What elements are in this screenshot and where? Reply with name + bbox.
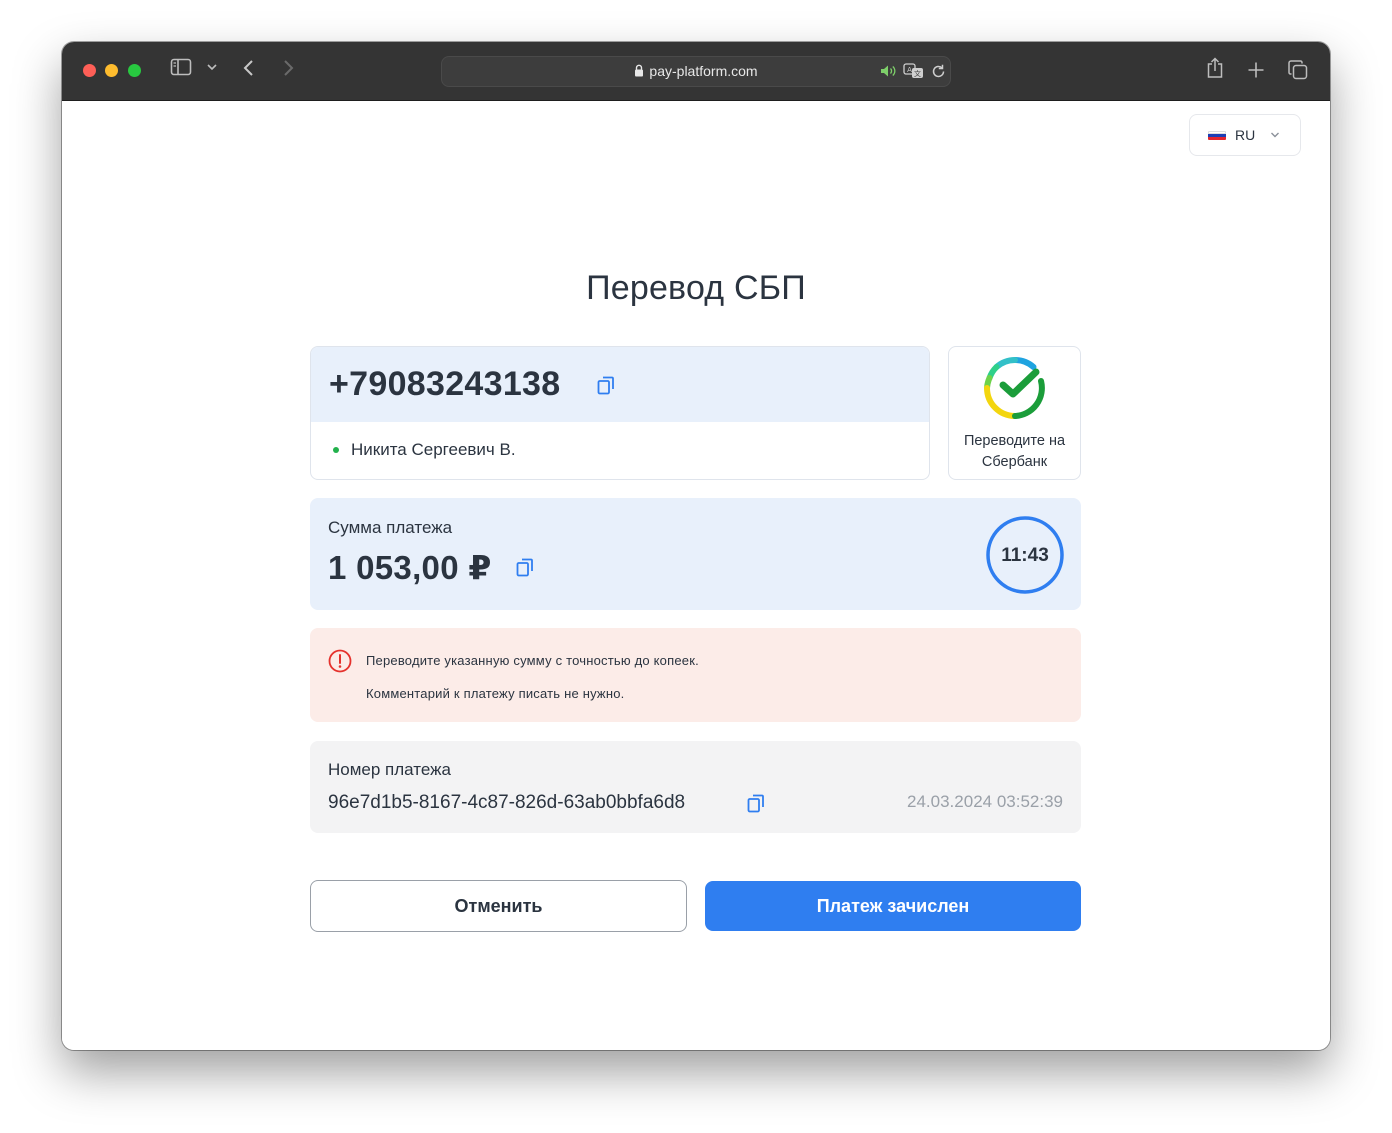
chevron-down-icon — [1270, 131, 1280, 139]
translate-icon[interactable]: 文A — [903, 63, 925, 84]
browser-window: pay-platform.com 文A RU Перевод СБП +7908… — [62, 42, 1330, 1050]
bank-hint-line1: Переводите на — [963, 433, 1066, 449]
sidebar-icon[interactable] — [170, 58, 192, 76]
tabs-overview-icon[interactable] — [1288, 60, 1308, 80]
address-bar[interactable]: pay-platform.com 文A — [441, 56, 951, 87]
svg-text:文: 文 — [914, 69, 921, 78]
amount-card: Сумма платежа 1 053,00 ₽ 11:43 — [310, 498, 1081, 610]
bank-hint: Переводите на Сбербанк — [949, 431, 1080, 473]
payment-date: 24.03.2024 03:52:39 — [907, 792, 1063, 811]
timer-value: 11:43 — [1001, 545, 1049, 566]
payment-id-label: Номер платежа — [328, 760, 451, 779]
address-url: pay-platform.com — [442, 63, 950, 80]
forward-icon[interactable] — [281, 58, 295, 78]
bank-card: Переводите на Сбербанк — [948, 346, 1081, 480]
page-content: RU Перевод СБП +79083243138 Никита Серге… — [62, 101, 1330, 1050]
recipient-card: +79083243138 Никита Сергеевич В. — [310, 346, 930, 480]
browser-toolbar: pay-platform.com 文A — [62, 42, 1330, 101]
chevron-down-icon[interactable] — [206, 62, 218, 72]
speaker-icon[interactable] — [880, 64, 898, 83]
bank-hint-line2: Сбербанк — [981, 454, 1048, 470]
language-selector[interactable]: RU — [1189, 114, 1301, 156]
payment-id-value: 96e7d1b5-8167-4c87-826d-63ab0bbfa6d8 — [328, 792, 686, 813]
close-window-button[interactable] — [83, 64, 96, 77]
recipient-name: Никита Сергеевич В. — [351, 440, 516, 459]
language-label: RU — [1235, 127, 1256, 143]
copy-amount-icon[interactable] — [516, 557, 534, 582]
warning-card: Переводите указанную сумму с точностью д… — [310, 628, 1081, 722]
status-dot — [333, 447, 339, 453]
alert-icon — [328, 649, 352, 678]
back-icon[interactable] — [242, 58, 256, 78]
page-title: Перевод СБП — [586, 269, 806, 307]
sberbank-logo-icon — [981, 354, 1049, 427]
share-icon[interactable] — [1206, 57, 1224, 79]
russia-flag-icon — [1208, 130, 1226, 140]
copy-phone-icon[interactable] — [597, 375, 615, 400]
recipient-name-row: Никита Сергеевич В. — [333, 440, 516, 460]
amount-label: Сумма платежа — [328, 518, 453, 537]
lock-icon — [634, 64, 644, 80]
recipient-phone: +79083243138 — [329, 365, 561, 403]
new-tab-icon[interactable] — [1247, 61, 1265, 79]
copy-payment-id-icon[interactable] — [747, 793, 765, 818]
reload-icon[interactable] — [931, 64, 946, 84]
countdown-timer: 11:43 — [985, 515, 1065, 595]
zoom-window-button[interactable] — [128, 64, 141, 77]
payment-credited-button[interactable]: Платеж зачислен — [705, 881, 1081, 931]
minimize-window-button[interactable] — [105, 64, 118, 77]
amount-value: 1 053,00 ₽ — [328, 549, 492, 586]
svg-text:A: A — [907, 66, 912, 74]
phone-panel: +79083243138 — [311, 347, 929, 422]
cancel-button[interactable]: Отменить — [310, 880, 687, 932]
warning-line-1: Переводите указанную сумму с точностью д… — [366, 653, 699, 668]
url-text: pay-platform.com — [649, 63, 758, 79]
warning-line-2: Комментарий к платежу писать не нужно. — [366, 686, 625, 701]
payment-id-card: Номер платежа 96e7d1b5-8167-4c87-826d-63… — [310, 741, 1081, 833]
